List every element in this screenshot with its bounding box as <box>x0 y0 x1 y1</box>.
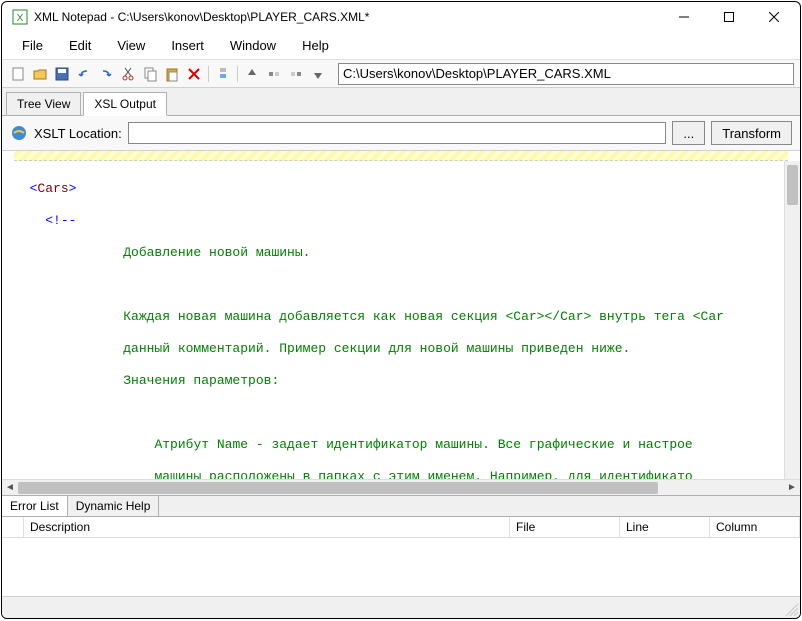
highlight-strip <box>14 151 788 161</box>
scroll-left-icon[interactable]: ◄ <box>2 480 18 496</box>
comment-open: <!-- <box>45 213 76 228</box>
tab-xsl-output[interactable]: XSL Output <box>83 92 167 116</box>
menu-edit[interactable]: Edit <box>57 35 103 56</box>
toolbar-separator <box>208 66 209 82</box>
error-list-headers: Description File Line Column <box>2 517 800 538</box>
undo-icon[interactable] <box>74 64 94 84</box>
content-area: <Cars> <!-- Добавление новой машины. Каж… <box>2 151 800 495</box>
statusbar <box>2 596 800 618</box>
vertical-scrollbar[interactable] <box>784 161 800 479</box>
error-list-panel <box>2 538 800 596</box>
toolbar-separator <box>237 66 238 82</box>
code-view[interactable]: <Cars> <!-- Добавление новой машины. Каж… <box>2 161 800 479</box>
menu-view[interactable]: View <box>105 35 157 56</box>
scroll-right-icon[interactable]: ► <box>784 480 800 496</box>
comment-text: Каждая новая машина добавляется как нова… <box>123 309 724 324</box>
comment-text: Значения параметров: <box>123 373 279 388</box>
transform-button[interactable]: Transform <box>711 121 792 145</box>
xslt-bar: XSLT Location: ... Transform <box>2 116 800 151</box>
save-icon[interactable] <box>52 64 72 84</box>
window-title: XML Notepad - C:\Users\konov\Desktop\PLA… <box>34 10 661 24</box>
xslt-location-input[interactable] <box>128 122 667 144</box>
paste-icon[interactable] <box>162 64 182 84</box>
insert-before-icon[interactable] <box>213 64 233 84</box>
tab-error-list[interactable]: Error List <box>2 496 68 516</box>
comment-text: Добавление новой машины. <box>123 245 310 260</box>
app-window: X XML Notepad - C:\Users\konov\Desktop\P… <box>1 1 801 619</box>
minimize-button[interactable] <box>661 3 706 31</box>
main-tabs: Tree View XSL Output <box>2 88 800 116</box>
tab-tree-view[interactable]: Tree View <box>6 92 81 115</box>
scroll-track[interactable] <box>18 480 784 496</box>
close-button[interactable] <box>751 3 796 31</box>
toolbar <box>2 60 800 88</box>
comment-text: машины расположены в папках с этим имене… <box>154 469 692 479</box>
horizontal-scrollbar[interactable]: ◄ ► <box>2 479 800 495</box>
copy-icon[interactable] <box>140 64 160 84</box>
menu-window[interactable]: Window <box>218 35 288 56</box>
menu-file[interactable]: File <box>10 35 55 56</box>
col-icon[interactable] <box>2 517 24 537</box>
maximize-button[interactable] <box>706 3 751 31</box>
xslt-location-label: XSLT Location: <box>34 126 122 141</box>
window-controls <box>661 3 796 31</box>
tag-name: Cars <box>37 181 68 196</box>
svg-text:X: X <box>17 13 24 24</box>
comment-text: данный комментарий. Пример секции для но… <box>123 341 630 356</box>
delete-icon[interactable] <box>184 64 204 84</box>
col-file[interactable]: File <box>510 517 620 537</box>
col-line[interactable]: Line <box>620 517 710 537</box>
cut-icon[interactable] <box>118 64 138 84</box>
move-up-icon[interactable] <box>242 64 262 84</box>
path-input[interactable] <box>338 63 794 85</box>
col-column[interactable]: Column <box>710 517 800 537</box>
menubar: File Edit View Insert Window Help <box>2 32 800 60</box>
redo-icon[interactable] <box>96 64 116 84</box>
bottom-tabs: Error List Dynamic Help <box>2 495 800 517</box>
scroll-thumb[interactable] <box>18 482 658 494</box>
nudge-left-icon[interactable] <box>264 64 284 84</box>
col-description[interactable]: Description <box>24 517 510 537</box>
comment-text: Атрибут Name - задает идентификатор маши… <box>154 437 692 452</box>
resize-grip-icon[interactable] <box>782 600 800 618</box>
open-icon[interactable] <box>30 64 50 84</box>
move-down-icon[interactable] <box>308 64 328 84</box>
app-icon: X <box>12 9 28 25</box>
nudge-right-icon[interactable] <box>286 64 306 84</box>
new-icon[interactable] <box>8 64 28 84</box>
ie-icon <box>10 124 28 142</box>
menu-insert[interactable]: Insert <box>159 35 216 56</box>
scroll-thumb[interactable] <box>787 165 798 205</box>
tag-close: > <box>69 181 77 196</box>
tab-dynamic-help[interactable]: Dynamic Help <box>68 496 160 516</box>
menu-help[interactable]: Help <box>290 35 341 56</box>
titlebar: X XML Notepad - C:\Users\konov\Desktop\P… <box>2 2 800 32</box>
browse-button[interactable]: ... <box>672 121 705 145</box>
